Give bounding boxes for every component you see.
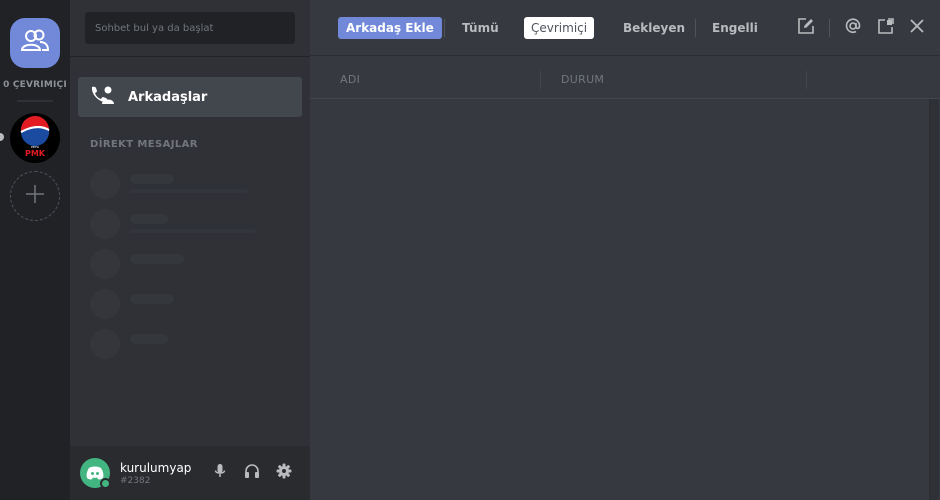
discord-logo-icon [86,466,104,480]
add-friend-button[interactable]: Arkadaş Ekle [338,17,442,39]
tab-blocked[interactable]: Engelli [712,17,758,39]
tab-separator [444,19,445,37]
tab-pending[interactable]: Bekleyen [623,17,685,39]
user-discriminator: #2382 [120,476,151,486]
popout-button[interactable] [876,18,896,38]
user-panel: kurulumyap #2382 [70,446,310,500]
deafen-button[interactable] [242,463,262,483]
dm-placeholder [90,249,290,281]
close-icon [909,18,925,38]
mute-button[interactable] [210,463,230,483]
tab-online[interactable]: Çevrimiçi [524,17,595,39]
toolbar-separator [829,19,830,37]
sidebar-divider [70,56,310,57]
guild-sidebar: 0 ÇEVRIMIÇI PMK PEPSI [0,0,70,500]
microphone-icon [214,463,226,483]
friends-list-scrollbar[interactable] [929,99,939,500]
server-icon-pepsi[interactable]: PMK PEPSI [10,113,60,163]
friends-icon [20,28,50,58]
dm-placeholder [90,329,290,361]
svg-text:PMK: PMK [25,149,46,158]
dm-placeholder [90,169,290,201]
guild-separator [17,100,53,102]
sidebar-item-label: Arkadaşlar [128,89,208,105]
channel-sidebar: Arkadaşlar DİREKT MESAJLAR kurulumyap #2… [70,0,310,500]
friends-main: Arkadaş Ekle Tümü Çevrimiçi Bekleyen Eng… [310,0,940,500]
column-header-status[interactable]: DURUM [561,73,604,86]
username: kurulumyap [120,461,192,475]
friends-table-header: ADI DURUM [310,56,940,99]
column-divider [540,71,541,89]
at-sign-icon [844,17,862,39]
dm-placeholder [90,209,290,241]
column-header-name[interactable]: ADI [340,73,360,86]
compose-icon [797,17,815,39]
mentions-button[interactable] [843,18,863,38]
gear-icon [276,463,292,483]
column-divider [806,71,807,89]
online-count: 0 ÇEVRIMIÇI [3,80,67,90]
pepsi-logo-icon: PMK PEPSI [20,115,50,158]
friends-phone-icon [90,85,114,109]
plus-icon [25,184,45,208]
tab-separator [695,19,696,37]
online-status-indicator [100,478,111,489]
svg-text:PEPSI: PEPSI [31,145,39,149]
guild-unread-pill [0,133,4,141]
dm-section-header: DİREKT MESAJLAR [90,139,198,150]
new-group-dm-button[interactable] [796,18,816,38]
dm-placeholder [90,289,290,321]
search-input[interactable] [85,12,295,44]
tab-all[interactable]: Tümü [462,17,499,39]
user-settings-button[interactable] [274,463,294,483]
friends-home-button[interactable] [10,18,60,68]
close-button[interactable] [907,18,927,38]
headphones-icon [244,463,260,483]
external-window-icon [877,17,895,39]
add-server-button[interactable] [10,171,60,221]
sidebar-item-friends[interactable]: Arkadaşlar [78,77,302,117]
friends-toolbar: Arkadaş Ekle Tümü Çevrimiçi Bekleyen Eng… [310,0,940,56]
